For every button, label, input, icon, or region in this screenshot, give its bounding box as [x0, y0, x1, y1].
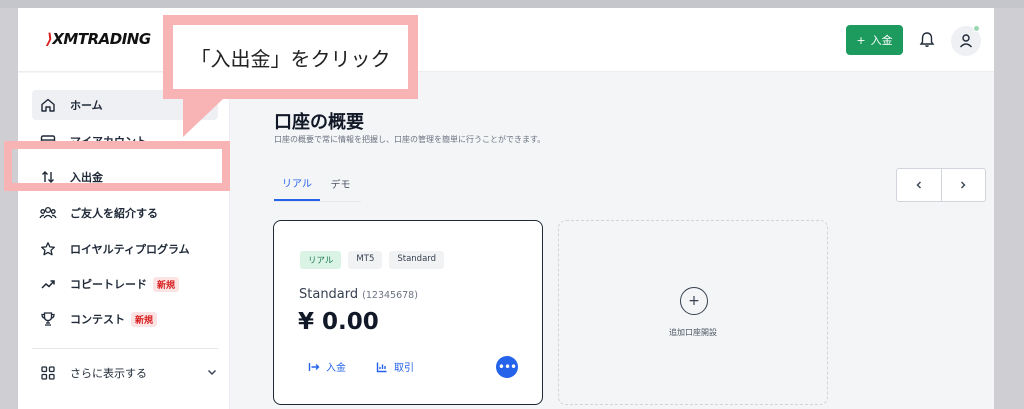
sidebar-show-more[interactable]: さらに表示する — [32, 358, 218, 388]
new-badge: 新規 — [131, 311, 158, 327]
prev-page-button[interactable] — [897, 169, 941, 201]
grid-icon — [38, 363, 58, 383]
plus-icon: + — [856, 33, 866, 47]
chart-icon — [376, 362, 387, 372]
highlight-deposit-withdrawal — [4, 141, 230, 191]
tag-platform: MT5 — [348, 251, 383, 269]
add-account-label: 追加口座開設 — [669, 328, 717, 337]
chevron-right-icon — [961, 181, 966, 189]
user-icon — [959, 34, 973, 48]
header-deposit-button[interactable]: + 入金 — [846, 25, 903, 55]
trend-icon — [38, 274, 58, 294]
account-actions: 入金 取引 — [308, 359, 414, 374]
people-icon — [38, 203, 58, 223]
trophy-icon — [38, 309, 58, 329]
account-trade-button[interactable]: 取引 — [376, 359, 414, 374]
chevron-down-icon — [206, 366, 218, 381]
account-deposit-button[interactable]: 入金 — [308, 359, 346, 374]
tag-real: リアル — [300, 251, 342, 269]
account-number: (12345678) — [362, 290, 418, 301]
account-balance: ¥ 0.00 — [298, 309, 379, 335]
sidebar-item-copy-trade[interactable]: コピートレード 新規 — [32, 269, 218, 299]
page-subtitle: 口座の概要で常に情報を把握し、口座の管理を簡単に行うことができます。 — [274, 135, 546, 144]
home-icon — [38, 95, 58, 115]
sidebar-divider — [32, 348, 218, 349]
sidebar-item-contest[interactable]: コンテスト 新規 — [32, 304, 218, 334]
sidebar-item-loyalty-program[interactable]: ロイヤルティプログラム — [32, 234, 218, 264]
account-name: Standard (12345678) — [299, 287, 418, 302]
brand-logo[interactable]: ⟩XMTRADING — [46, 30, 151, 48]
callout-pointer — [183, 99, 223, 137]
add-account-card[interactable]: + 追加口座開設 — [558, 220, 828, 405]
page-title: 口座の概要 — [274, 112, 364, 133]
account-tabs: リアル デモ — [274, 166, 361, 202]
online-status-dot — [973, 25, 980, 32]
account-card[interactable]: リアル MT5 Standard Standard (12345678) ¥ 0.… — [273, 220, 543, 405]
tab-demo[interactable]: デモ — [320, 166, 361, 201]
browser-top-strip — [0, 0, 1024, 8]
account-tags: リアル MT5 Standard — [300, 251, 445, 269]
deposit-icon — [308, 362, 320, 371]
instruction-callout: 「入出金」をクリック — [163, 15, 418, 99]
more-options-button[interactable]: ••• — [496, 356, 518, 378]
star-icon — [38, 239, 58, 259]
sidebar-item-refer-friend[interactable]: ご友人を紹介する — [32, 198, 218, 228]
new-badge: 新規 — [153, 276, 180, 292]
callout-text: 「入出金」をクリック — [173, 25, 408, 89]
bell-icon[interactable] — [917, 30, 937, 50]
tab-real[interactable]: リアル — [274, 166, 320, 201]
chevron-left-icon — [916, 181, 921, 189]
next-page-button[interactable] — [940, 169, 986, 201]
tag-account-type: Standard — [389, 251, 445, 269]
account-pager — [896, 168, 986, 202]
plus-circle-icon[interactable]: + — [680, 287, 708, 315]
